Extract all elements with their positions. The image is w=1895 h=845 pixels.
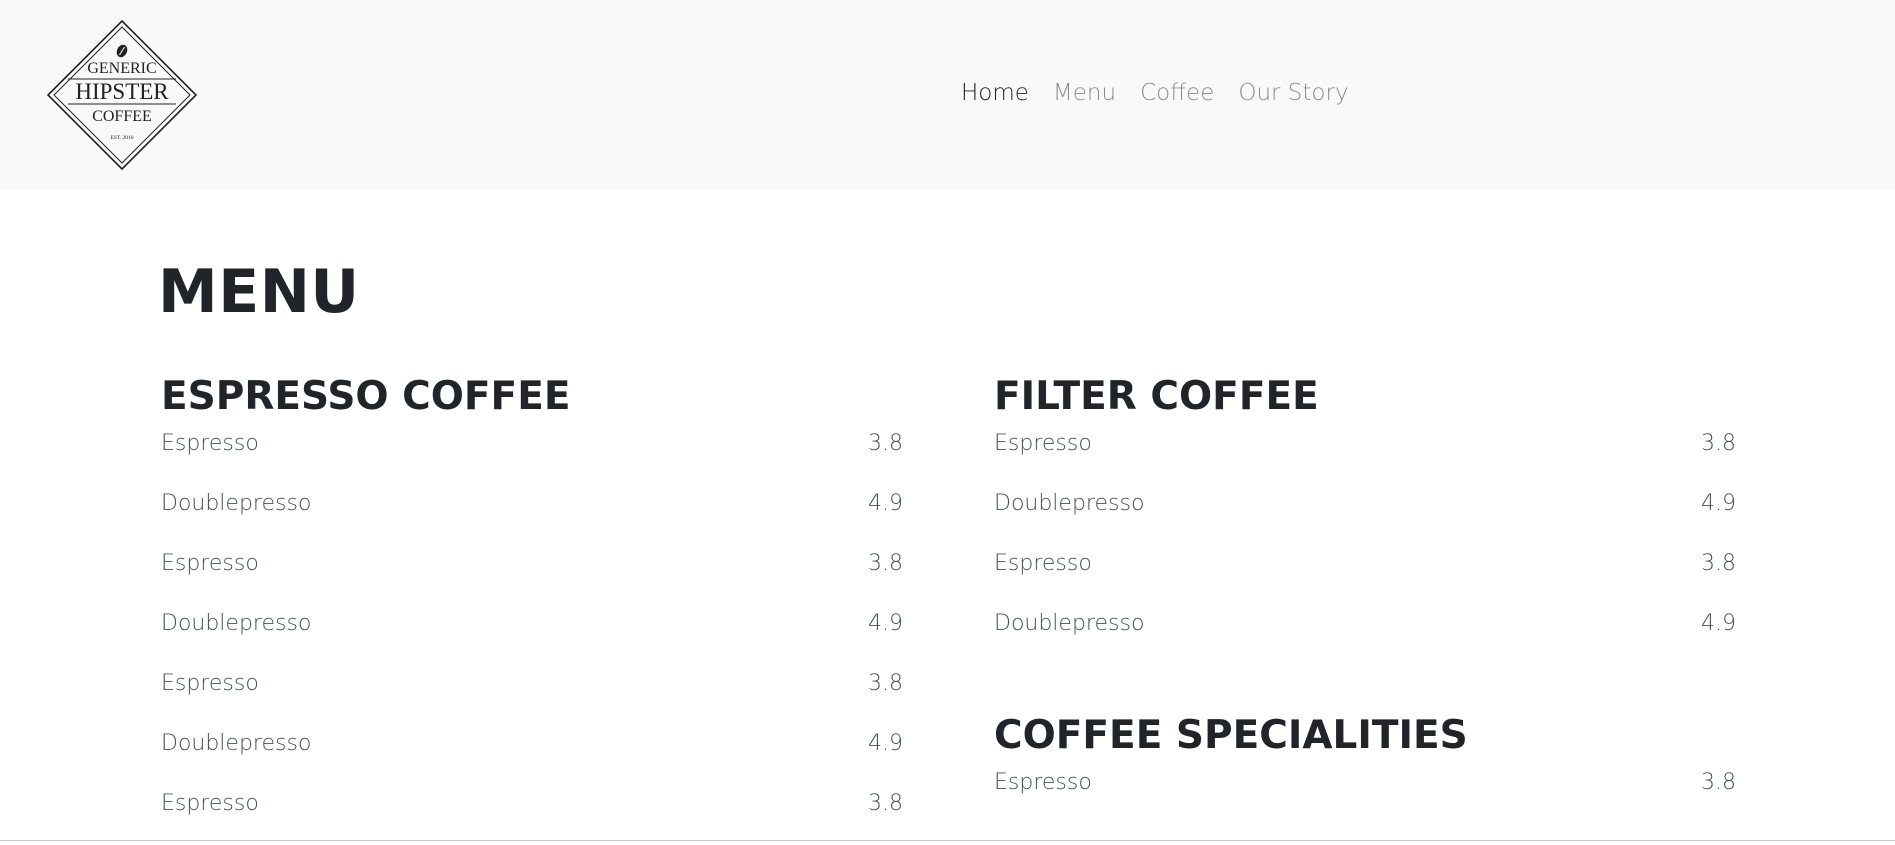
svg-text:GENERIC: GENERIC bbox=[87, 60, 156, 77]
menu-item: Doublepresso 4.9 bbox=[994, 485, 1737, 545]
item-price: 4.9 bbox=[1701, 610, 1736, 636]
brand-logo[interactable]: GENERIC HIPSTER COFFEE EST. 2016 bbox=[46, 19, 198, 171]
nav-link-coffee[interactable]: Coffee bbox=[1140, 80, 1214, 106]
item-price: 4.9 bbox=[868, 610, 903, 636]
item-price: 4.9 bbox=[868, 490, 903, 516]
item-name: Doublepresso bbox=[161, 490, 312, 516]
filter-coffee-section: FILTER COFFEE Espresso 3.8 Doublepresso … bbox=[994, 374, 1737, 665]
item-name: Espresso bbox=[161, 670, 259, 696]
menu-item: Espresso 3.8 bbox=[161, 545, 904, 605]
page-title: MENU bbox=[158, 257, 360, 327]
section-title: ESPRESSO COFFEE bbox=[161, 374, 571, 419]
item-name: Doublepresso bbox=[994, 490, 1145, 516]
menu-item: Doublepresso 4.9 bbox=[161, 485, 904, 545]
menu-item: Doublepresso 4.9 bbox=[161, 605, 904, 665]
item-name: Doublepresso bbox=[994, 610, 1145, 636]
section-title: COFFEE SPECIALITIES bbox=[994, 713, 1468, 758]
nav-link-our-story[interactable]: Our Story bbox=[1238, 80, 1348, 106]
item-name: Espresso bbox=[161, 550, 259, 576]
menu-item: Doublepresso 4.9 bbox=[994, 605, 1737, 665]
item-price: 3.8 bbox=[1701, 430, 1736, 456]
nav-link-menu[interactable]: Menu bbox=[1053, 80, 1116, 106]
coffee-specialities-section: COFFEE SPECIALITIES Espresso 3.8 bbox=[994, 713, 1737, 824]
menu-item: Espresso 3.8 bbox=[161, 425, 904, 485]
navbar: GENERIC HIPSTER COFFEE EST. 2016 Home Me… bbox=[0, 0, 1895, 189]
item-price: 3.8 bbox=[868, 550, 903, 576]
item-name: Espresso bbox=[994, 550, 1092, 576]
item-price: 4.9 bbox=[1701, 490, 1736, 516]
svg-text:EST. 2016: EST. 2016 bbox=[110, 135, 133, 141]
main-nav: Home Menu Coffee Our Story bbox=[961, 80, 1373, 106]
menu-item: Espresso 3.8 bbox=[161, 785, 904, 845]
menu-item: Doublepresso 4.9 bbox=[161, 725, 904, 785]
item-name: Espresso bbox=[994, 430, 1092, 456]
menu-item: Espresso 3.8 bbox=[994, 764, 1737, 824]
viewport-bottom-divider bbox=[0, 840, 1895, 841]
item-price: 3.8 bbox=[868, 670, 903, 696]
menu-item: Espresso 3.8 bbox=[161, 665, 904, 725]
item-name: Espresso bbox=[994, 769, 1092, 795]
item-price: 3.8 bbox=[1701, 769, 1736, 795]
item-price: 3.8 bbox=[1701, 550, 1736, 576]
menu-item: Espresso 3.8 bbox=[994, 545, 1737, 605]
nav-link-home[interactable]: Home bbox=[961, 80, 1029, 106]
item-name: Doublepresso bbox=[161, 610, 312, 636]
svg-text:COFFEE: COFFEE bbox=[92, 108, 152, 125]
espresso-coffee-section: ESPRESSO COFFEE Espresso 3.8 Doublepress… bbox=[161, 374, 904, 845]
section-title: FILTER COFFEE bbox=[994, 374, 1319, 419]
item-price: 3.8 bbox=[868, 790, 903, 816]
svg-text:HIPSTER: HIPSTER bbox=[75, 79, 169, 104]
menu-page: MENU ESPRESSO COFFEE Espresso 3.8 Double… bbox=[0, 189, 1895, 842]
item-name: Espresso bbox=[161, 430, 259, 456]
item-price: 4.9 bbox=[868, 730, 903, 756]
item-name: Doublepresso bbox=[161, 730, 312, 756]
item-name: Espresso bbox=[161, 790, 259, 816]
item-price: 3.8 bbox=[868, 430, 903, 456]
menu-item: Espresso 3.8 bbox=[994, 425, 1737, 485]
